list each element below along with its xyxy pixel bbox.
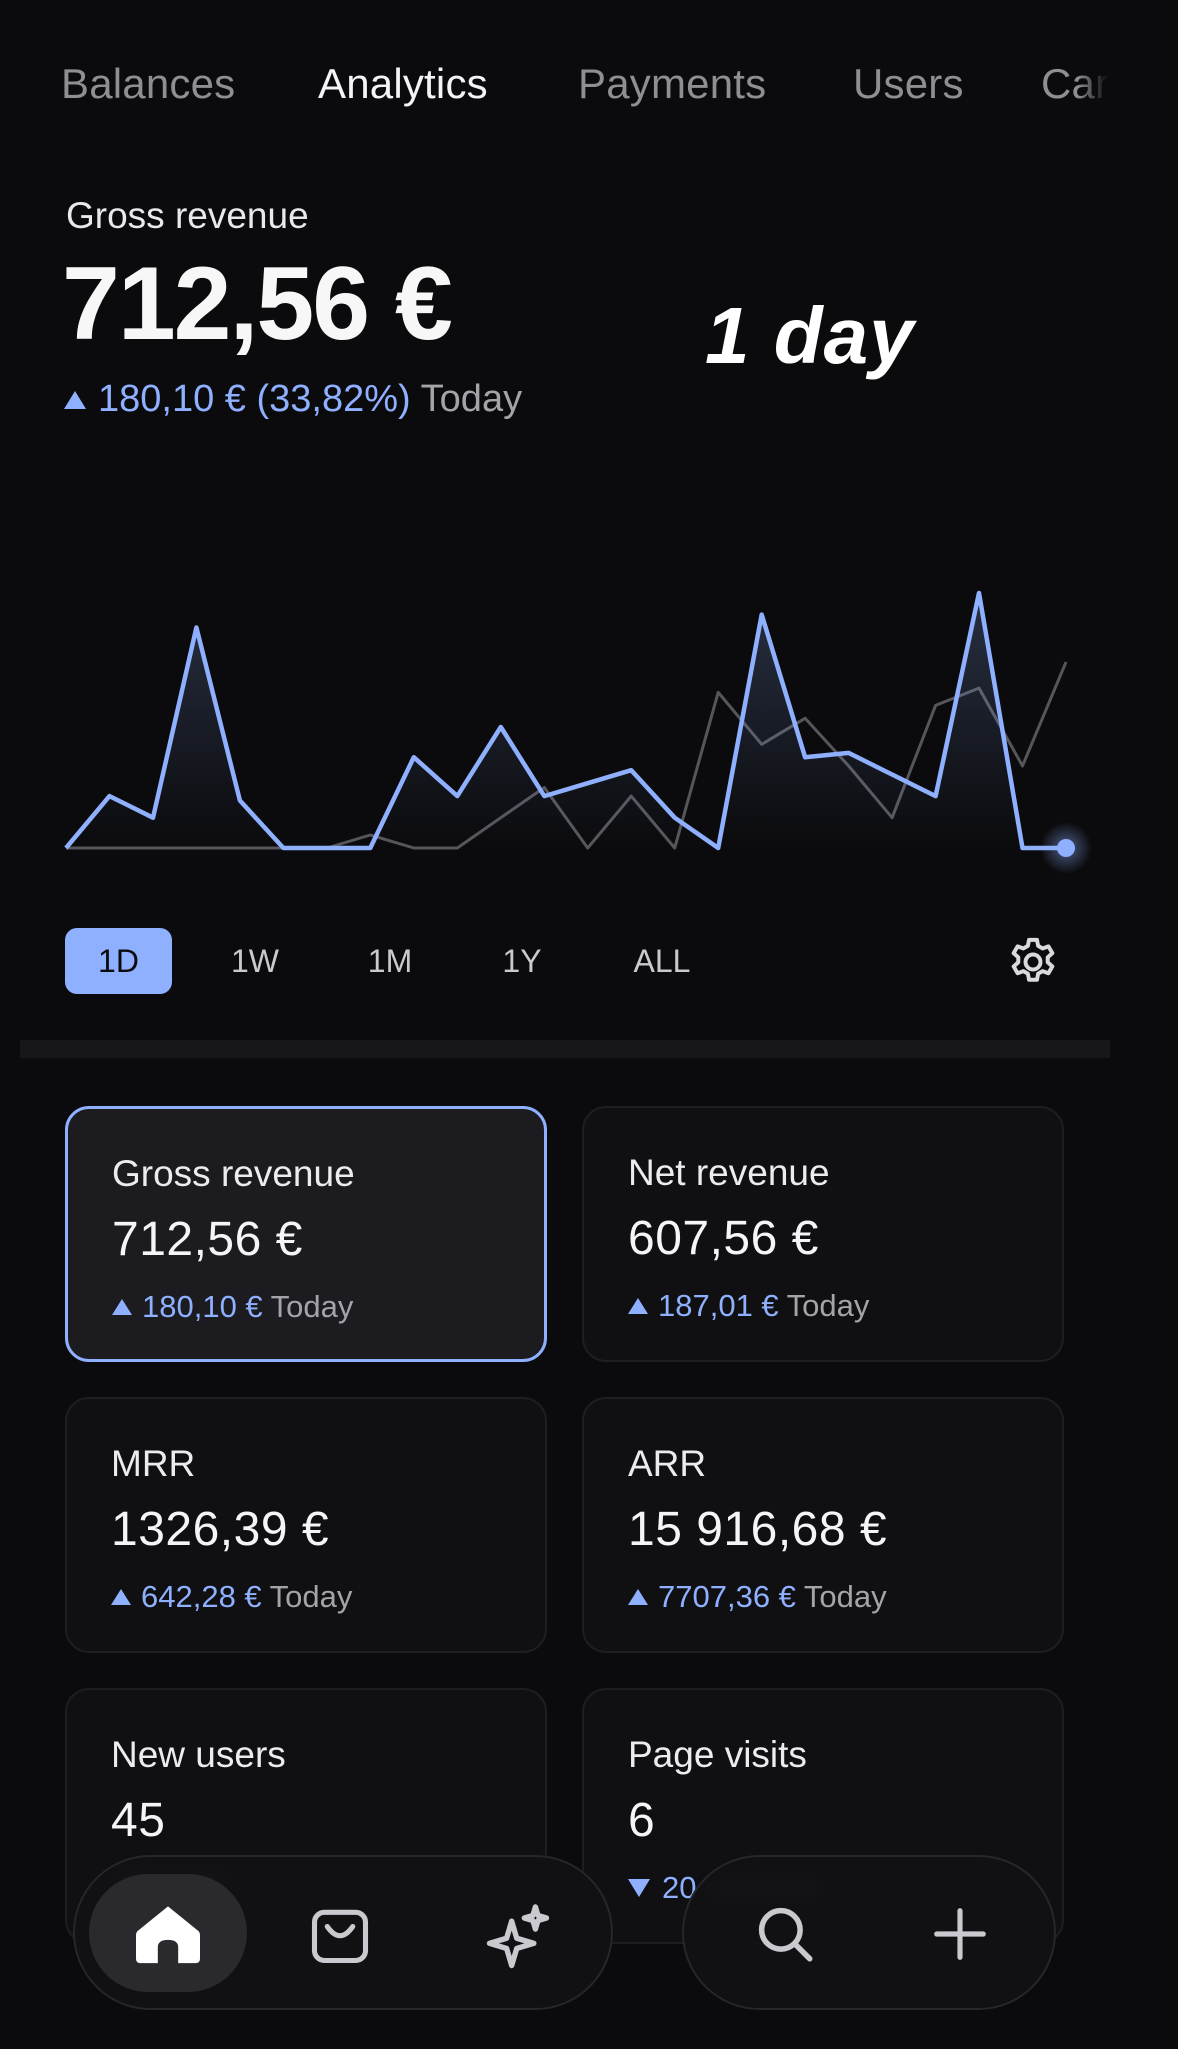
card-net-revenue[interactable]: Net revenue 607,56 € 187,01 € Today (582, 1106, 1064, 1362)
period-overlay-text: 1 day (705, 291, 915, 380)
header-change-period: Today (420, 378, 523, 420)
card-change-amount: 187,01 € (658, 1288, 779, 1323)
header-value: 712,56 € (62, 246, 453, 362)
card-change-period: Today (786, 1288, 870, 1323)
card-mrr[interactable]: MRR 1326,39 € 642,28 € Today (65, 1397, 547, 1653)
card-change-period: Today (270, 1289, 354, 1324)
sparkles-icon[interactable] (480, 1899, 556, 1975)
card-value: 6 (628, 1794, 656, 1847)
card-value: 712,56 € (112, 1213, 303, 1266)
card-change: 642,28 € Today (111, 1579, 352, 1615)
plus-icon[interactable] (929, 1903, 991, 1965)
card-title: Page visits (628, 1734, 807, 1775)
section-divider (20, 1040, 1110, 1058)
bottom-nav-main (73, 1855, 613, 2010)
up-arrow-icon (111, 1589, 131, 1605)
card-change: 180,10 € Today (112, 1289, 353, 1325)
card-value: 607,56 € (628, 1212, 819, 1265)
card-change-period: Today (269, 1579, 353, 1614)
header-label: Gross revenue (66, 195, 309, 236)
card-change-period: Today (803, 1579, 887, 1614)
gear-icon[interactable] (1005, 934, 1061, 990)
range-1m-button[interactable]: 1M (350, 928, 430, 994)
header-change: 180,10 € (33,82%) Today (64, 378, 522, 421)
card-change: 7707,36 € Today (628, 1579, 887, 1615)
range-all-button[interactable]: ALL (617, 928, 707, 994)
chart-area-fill (66, 593, 1066, 848)
card-gross-revenue[interactable]: Gross revenue 712,56 € 180,10 € Today (65, 1106, 547, 1362)
tab-balances[interactable]: Balances (61, 60, 235, 108)
card-change-amount: 180,10 € (142, 1289, 263, 1324)
bottom-nav-actions (682, 1855, 1056, 2010)
tab-analytics[interactable]: Analytics (318, 60, 488, 108)
card-value: 15 916,68 € (628, 1503, 888, 1556)
card-title: MRR (111, 1443, 196, 1484)
range-selector: 1D 1W 1M 1Y ALL (65, 928, 1065, 994)
card-value: 1326,39 € (111, 1503, 330, 1556)
card-title: Gross revenue (112, 1153, 355, 1194)
up-arrow-icon (628, 1589, 648, 1605)
up-arrow-icon (112, 1299, 132, 1315)
home-icon[interactable] (133, 1902, 203, 1966)
range-1y-button[interactable]: 1Y (482, 928, 562, 994)
search-icon[interactable] (752, 1901, 818, 1967)
range-1d-button[interactable]: 1D (65, 928, 172, 994)
card-arr[interactable]: ARR 15 916,68 € 7707,36 € Today (582, 1397, 1064, 1653)
card-value: 45 (111, 1794, 166, 1847)
card-title: ARR (628, 1443, 707, 1484)
top-tab-bar: Balances Analytics Payments Users Car (0, 60, 1108, 120)
card-title: New users (111, 1734, 286, 1775)
tab-fade (1078, 60, 1108, 120)
up-arrow-icon (64, 390, 86, 409)
card-change: 187,01 € Today (628, 1288, 869, 1324)
tab-payments[interactable]: Payments (578, 60, 766, 108)
card-change-amount: 642,28 € (141, 1579, 262, 1614)
revenue-chart[interactable] (0, 560, 1178, 890)
up-arrow-icon (628, 1298, 648, 1314)
header-change-amount: 180,10 € (33,82%) (98, 378, 411, 420)
shopping-bag-icon[interactable] (305, 1901, 375, 1969)
card-title: Net revenue (628, 1152, 830, 1193)
card-change-amount: 7707,36 € (658, 1579, 796, 1614)
tab-users[interactable]: Users (853, 60, 964, 108)
range-1w-button[interactable]: 1W (215, 928, 295, 994)
down-arrow-icon (628, 1879, 650, 1897)
chart-current-point (1057, 839, 1075, 857)
